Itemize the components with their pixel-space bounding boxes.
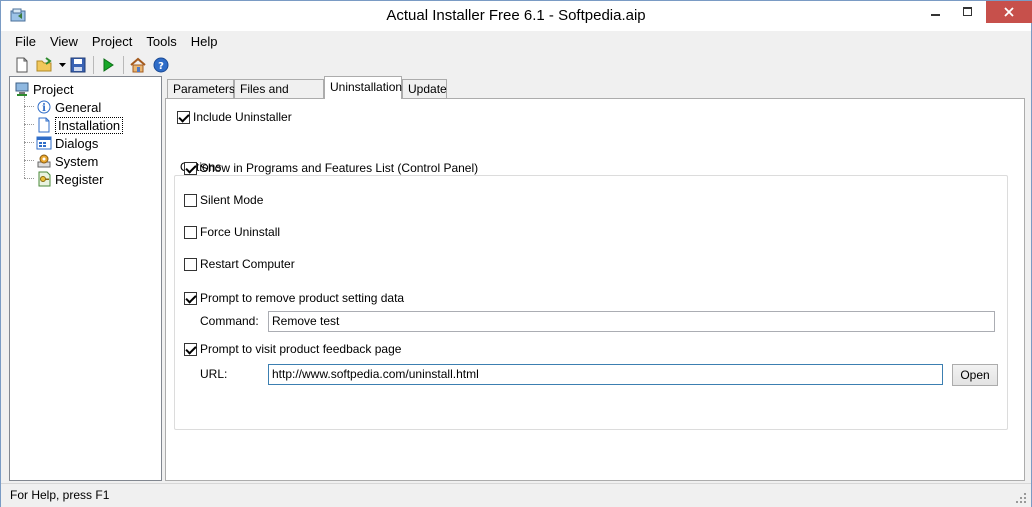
tree-item-system[interactable]: System xyxy=(36,152,98,170)
menu-tools[interactable]: Tools xyxy=(139,32,183,52)
tree-connector xyxy=(24,124,34,125)
menu-project[interactable]: Project xyxy=(85,32,139,52)
checkbox-box[interactable] xyxy=(184,291,197,305)
prompt-feedback-checkbox[interactable]: Prompt to visit product feedback page xyxy=(184,342,401,356)
checkbox-box[interactable] xyxy=(177,110,190,124)
tree-connector xyxy=(24,96,25,178)
tree-item-project[interactable]: Project xyxy=(14,80,73,98)
open-button[interactable] xyxy=(34,54,56,76)
home-icon xyxy=(130,57,146,73)
tab-update[interactable]: Update xyxy=(402,79,447,99)
url-input[interactable]: http://www.softpedia.com/uninstall.html xyxy=(268,364,943,385)
tree-item-installation[interactable]: Installation xyxy=(36,116,124,134)
toolbar: ? xyxy=(1,53,1031,77)
info-icon: i xyxy=(36,99,52,115)
new-button[interactable] xyxy=(11,54,33,76)
status-text: For Help, press F1 xyxy=(10,488,110,502)
dialog-grid-icon xyxy=(36,135,52,151)
menu-help[interactable]: Help xyxy=(184,32,225,52)
menu-view[interactable]: View xyxy=(43,32,85,52)
window-title: Actual Installer Free 6.1 - Softpedia.ai… xyxy=(386,7,646,24)
dropdown-arrow-icon xyxy=(58,63,66,67)
toolbar-separator xyxy=(123,56,124,74)
tree-item-dialogs[interactable]: Dialogs xyxy=(36,134,98,152)
force-uninstall-checkbox[interactable]: Force Uninstall xyxy=(184,225,280,239)
document-icon xyxy=(36,117,52,133)
tab-uninstallation[interactable]: Uninstallation xyxy=(324,76,402,99)
minimize-icon xyxy=(931,14,940,16)
include-uninstaller-checkbox[interactable]: Include Uninstaller xyxy=(177,110,292,124)
project-tree[interactable]: Project i General Installation Dialogs S… xyxy=(9,76,162,481)
silent-mode-label: Silent Mode xyxy=(200,193,264,207)
tree-connector xyxy=(24,178,34,179)
help-icon: ? xyxy=(153,57,169,73)
new-icon xyxy=(16,57,28,73)
run-button[interactable] xyxy=(97,54,119,76)
register-key-icon xyxy=(36,171,52,187)
menu-bar: File View Project Tools Help xyxy=(1,32,1031,52)
tree-connector xyxy=(24,106,34,107)
maximize-button[interactable] xyxy=(953,1,983,23)
checkbox-box[interactable] xyxy=(184,161,197,175)
show-in-programs-checkbox[interactable]: Show in Programs and Features List (Cont… xyxy=(184,161,478,175)
command-label: Command: xyxy=(200,314,259,328)
restart-computer-checkbox[interactable]: Restart Computer xyxy=(184,257,295,271)
checkbox-box[interactable] xyxy=(184,342,197,356)
tab-control: Parameters Files and Folders Uninstallat… xyxy=(165,76,1025,481)
help-button[interactable]: ? xyxy=(150,54,172,76)
app-window: Actual Installer Free 6.1 - Softpedia.ai… xyxy=(0,0,1032,507)
include-uninstaller-label: Include Uninstaller xyxy=(193,110,292,124)
run-icon xyxy=(103,58,114,72)
force-uninstall-label: Force Uninstall xyxy=(200,225,281,239)
maximize-icon xyxy=(963,7,972,16)
tree-item-register[interactable]: Register xyxy=(36,170,103,188)
checkbox-box[interactable] xyxy=(184,225,197,239)
menu-file[interactable]: File xyxy=(1,32,43,52)
command-input[interactable]: Remove test xyxy=(268,311,995,332)
save-button[interactable] xyxy=(67,54,89,76)
uninstallation-panel: Include Uninstaller Options Show in Prog… xyxy=(165,98,1025,481)
status-bar: For Help, press F1 xyxy=(1,483,1031,507)
open-url-button[interactable]: Open xyxy=(952,364,998,386)
prompt-remove-data-checkbox[interactable]: Prompt to remove product setting data xyxy=(184,291,404,305)
tree-connector xyxy=(24,160,34,161)
restart-computer-label: Restart Computer xyxy=(200,257,295,271)
open-folder-icon xyxy=(36,57,52,72)
resize-grip-icon[interactable] xyxy=(1015,492,1027,504)
checkbox-box[interactable] xyxy=(184,193,197,207)
tree-connector xyxy=(24,142,34,143)
open-dropdown[interactable] xyxy=(57,54,67,76)
minimize-button[interactable] xyxy=(921,1,951,23)
tab-parameters[interactable]: Parameters xyxy=(167,79,235,99)
home-button[interactable] xyxy=(127,54,149,76)
svg-text:?: ? xyxy=(158,61,164,72)
toolbar-separator xyxy=(93,56,94,74)
silent-mode-checkbox[interactable]: Silent Mode xyxy=(184,193,263,207)
prompt-remove-data-label: Prompt to remove product setting data xyxy=(200,291,405,305)
svg-text:i: i xyxy=(42,103,46,114)
save-icon xyxy=(70,57,86,73)
project-computer-icon xyxy=(14,81,30,97)
title-bar[interactable]: Actual Installer Free 6.1 - Softpedia.ai… xyxy=(1,1,1032,31)
url-label: URL: xyxy=(200,367,228,381)
system-gear-icon xyxy=(36,153,52,169)
tree-item-general[interactable]: i General xyxy=(36,98,101,116)
checkbox-box[interactable] xyxy=(184,257,197,271)
show-in-programs-label: Show in Programs and Features List (Cont… xyxy=(200,161,479,175)
close-button[interactable] xyxy=(986,1,1032,23)
close-icon xyxy=(1004,7,1014,17)
prompt-feedback-label: Prompt to visit product feedback page xyxy=(200,342,402,356)
tab-files-and-folders[interactable]: Files and Folders xyxy=(234,79,324,110)
